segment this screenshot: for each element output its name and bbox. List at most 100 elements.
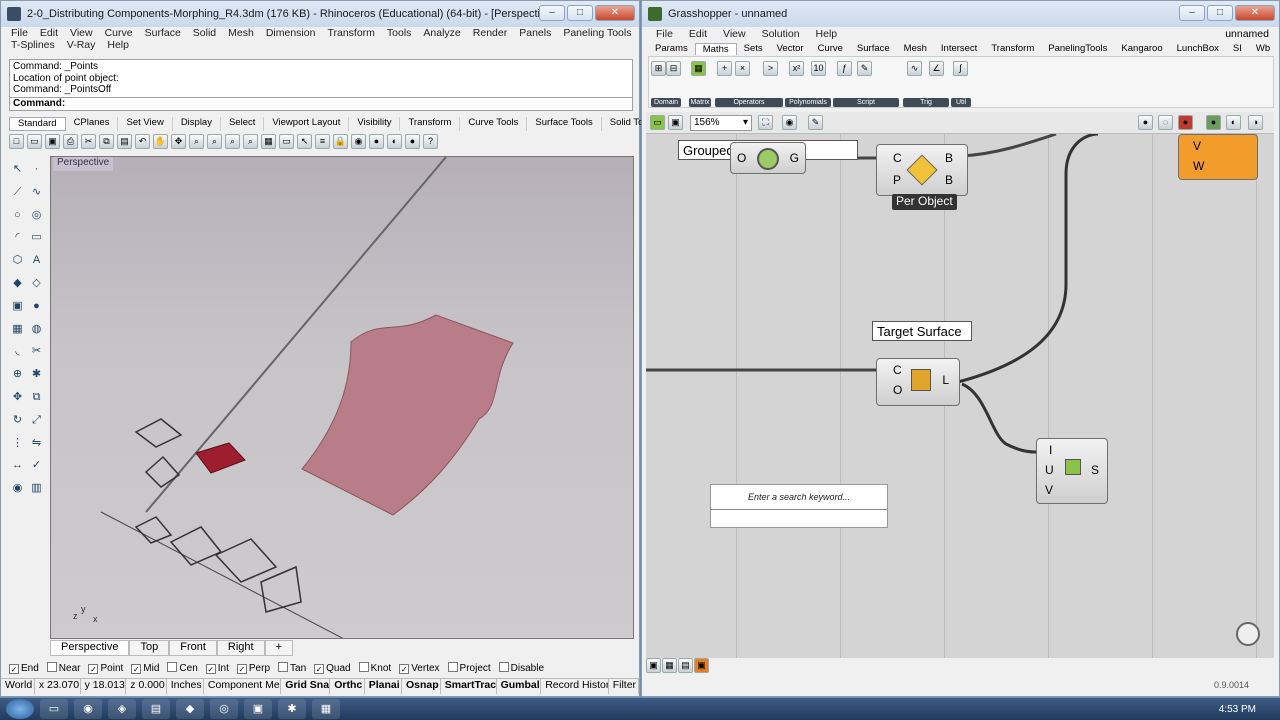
lock-icon[interactable]: 🔒 [333,133,348,149]
mirror-icon[interactable]: ⇋ [28,435,45,452]
gh-close-button[interactable]: ✕ [1235,5,1275,21]
viewport-tab-front[interactable]: Front [169,640,217,656]
gh-tab-params[interactable]: Params [648,43,695,55]
move-icon[interactable]: ✥ [9,389,26,406]
power-icon[interactable]: x² [789,61,804,76]
extrude-icon[interactable]: ◇ [28,275,45,292]
osnap-mid[interactable]: ✓ Mid [131,663,159,674]
footer-tool-icon[interactable]: ▣ [646,658,661,673]
disable-solver-icon[interactable]: ● [1178,115,1193,130]
menu-mesh[interactable]: Mesh [228,27,254,39]
help-icon[interactable]: ? [423,133,438,149]
save-icon[interactable]: ▣ [45,133,60,149]
menu-edit[interactable]: Edit [40,27,58,39]
menu-panels[interactable]: Panels [519,27,551,39]
cut-icon[interactable]: ✂ [81,133,96,149]
menu-view[interactable]: View [70,27,93,39]
bake-icon[interactable]: ● [1206,115,1221,130]
bounds-icon[interactable]: ⊟ [666,61,681,76]
gh-minimize-button[interactable]: – [1179,5,1205,21]
gh-tab-lunchbox[interactable]: LunchBox [1170,43,1226,55]
port-v-sub[interactable]: V [1045,483,1053,497]
status-planar[interactable]: Planai [365,679,402,694]
notepad-taskbar-icon[interactable]: ▤ [142,699,170,719]
port-i[interactable]: I [1049,443,1052,457]
canvas-zoom-widget-icon[interactable] [1236,622,1260,646]
gh-tab-panelingtools[interactable]: PanelingTools [1041,43,1114,55]
osnap-perp[interactable]: ✓ Perp [236,663,270,674]
close-button[interactable]: ✕ [595,5,635,21]
per-object-tag[interactable]: Per Object [892,194,957,210]
tab-surface-tools[interactable]: Surface Tools [527,117,602,131]
select-icon[interactable]: ↖ [297,133,312,149]
rotate-icon[interactable]: ↻ [9,412,26,429]
port-l-surface[interactable]: L [942,373,949,387]
expression-icon[interactable]: ƒ [837,61,852,76]
material-icon[interactable]: ◐ [387,133,402,149]
domain-icon[interactable]: ⊞ [651,61,666,76]
sphere-icon[interactable]: ● [28,298,45,315]
osnap-end[interactable]: ✓ End [9,663,39,674]
array-icon[interactable]: ⋮ [9,435,26,452]
tab-display[interactable]: Display [173,117,221,131]
tab-visibility[interactable]: Visibility [349,117,401,131]
gh-menu-solution[interactable]: Solution [762,28,800,40]
gh-tab-si[interactable]: SI [1226,43,1249,55]
text-icon[interactable]: A [28,252,45,269]
osnap-vertex[interactable]: ✓ Vertex [399,663,440,674]
menu-tools[interactable]: Tools [387,27,412,39]
viewport-tab-top[interactable]: Top [129,640,170,656]
analyze-icon[interactable]: ✓ [28,457,45,474]
zoom-window-icon[interactable]: ⌕ [207,133,222,149]
canvas-options-icon[interactable]: ◑ [1248,115,1263,130]
taskbar-clock[interactable]: 4:53 PM [1219,704,1256,715]
curve-icon[interactable]: ∿ [28,184,45,201]
polygon-icon[interactable]: ⬡ [9,252,26,269]
port-c-surface[interactable]: C [893,363,902,377]
zoom-select[interactable]: 156% ▾ [690,115,752,131]
gh-tab-kangaroo[interactable]: Kangaroo [1114,43,1169,55]
minimize-button[interactable]: – [539,5,565,21]
properties-icon[interactable]: ◉ [351,133,366,149]
tab-cplanes[interactable]: CPlanes [66,117,119,131]
explode-icon[interactable]: ✱ [28,366,45,383]
preview-mode-icon[interactable]: ● [1138,115,1153,130]
gh-tab-sets[interactable]: Sets [737,43,770,55]
tab-standard[interactable]: Standard [9,117,66,131]
status-layer[interactable]: Component Mes [204,679,282,694]
surface-component[interactable]: C O L [876,358,960,406]
osnap-knot[interactable]: Knot [358,662,391,674]
command-prompt[interactable]: Command: [9,97,633,111]
gh-tab-transform[interactable]: Transform [984,43,1041,55]
menu-vray[interactable]: V-Ray [67,39,96,51]
group-component[interactable]: O G [730,142,806,174]
component-search-popup[interactable]: Enter a search keyword... [710,484,888,528]
zoom-extents-gh-icon[interactable]: ⛶ [758,115,773,130]
tab-curve-tools[interactable]: Curve Tools [460,117,528,131]
log-icon[interactable]: 10 [811,61,826,76]
status-cplane[interactable]: World [1,679,35,694]
target-surface-label[interactable]: Target Surface [872,321,972,341]
print-icon[interactable]: ⎙ [63,133,78,149]
osnap-int[interactable]: ✓ Int [205,663,229,674]
tab-transform[interactable]: Transform [400,117,461,131]
util-icon[interactable]: ∫ [953,61,968,76]
undo-icon[interactable]: ↶ [135,133,150,149]
open-document-icon[interactable]: ▭ [650,115,665,130]
material-preview-icon[interactable]: ◐ [1226,115,1241,130]
zoom-selected-icon[interactable]: ⌕ [243,133,258,149]
render-icon[interactable]: ● [369,133,384,149]
script-icon[interactable]: ✎ [857,61,872,76]
layer-icon[interactable]: ≡ [315,133,330,149]
menu-help[interactable]: Help [107,39,129,51]
gh-menu-view[interactable]: View [723,28,746,40]
fillet-icon[interactable]: ◟ [9,343,26,360]
osnap-point[interactable]: ✓ Point [88,663,123,674]
scale-icon[interactable]: ⤢ [28,412,45,429]
media-taskbar-icon[interactable]: ◆ [176,699,204,719]
multiply-icon[interactable]: × [735,61,750,76]
gh-tab-mesh[interactable]: Mesh [897,43,934,55]
sine-icon[interactable]: ∿ [907,61,922,76]
polyline-icon[interactable]: ⟋ [9,184,26,201]
menu-transform[interactable]: Transform [327,27,374,39]
